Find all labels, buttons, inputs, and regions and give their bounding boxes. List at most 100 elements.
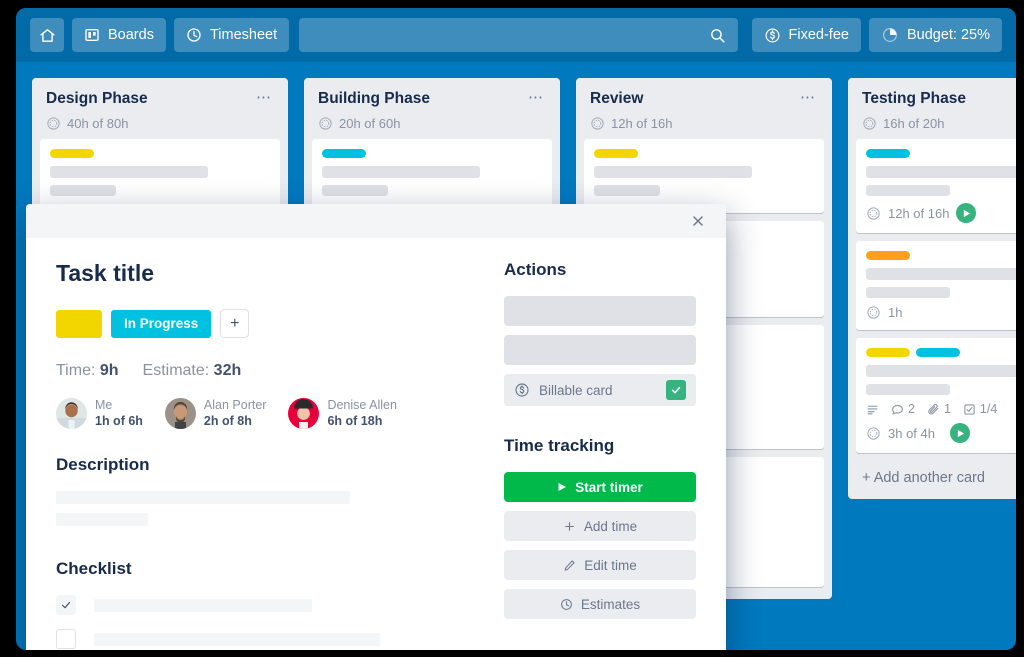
card-time-text: 3h of 4h <box>888 425 935 441</box>
task-detail-modal: Task title In Progress + Time: 9h Estima… <box>26 204 726 650</box>
avatar <box>56 398 87 430</box>
add-time-button[interactable]: Add time <box>504 511 696 541</box>
assignee-time: 6h of 18h <box>327 413 383 428</box>
card-title-placeholder <box>594 166 753 178</box>
progress-circle-icon <box>881 26 899 44</box>
billable-card-label: Billable card <box>539 382 613 398</box>
timesheet-label: Timesheet <box>209 27 278 43</box>
board-card[interactable]: 1h <box>856 241 1016 330</box>
card-labels <box>866 149 1016 158</box>
assignee-me[interactable]: Me 1h of 6h <box>56 398 143 430</box>
card-label[interactable] <box>916 348 960 357</box>
column-header: Design Phase ⋯ 40h of 80h <box>32 78 288 139</box>
column-header: Building Phase ⋯ 20h of 60h <box>304 78 560 139</box>
plus-icon <box>563 520 576 533</box>
top-navigation-bar: Boards Timesheet Fixed-fee Budget: 25% <box>16 8 1016 62</box>
start-timer-button[interactable]: Start timer <box>504 472 696 502</box>
fixed-fee-label: Fixed-fee <box>788 27 849 43</box>
card-time-row: 3h of 4h <box>866 423 1016 443</box>
card-label[interactable] <box>322 149 366 158</box>
card-label[interactable] <box>866 149 910 158</box>
checkbox-checked[interactable] <box>56 595 76 616</box>
column-title: Building Phase <box>318 90 430 107</box>
billable-card-toggle[interactable]: Billable card <box>504 374 696 406</box>
column-menu-icon[interactable]: ⋯ <box>520 90 546 110</box>
label-color-chip[interactable] <box>56 309 102 338</box>
checklist-item[interactable] <box>56 595 476 616</box>
home-button[interactable] <box>30 18 64 52</box>
column-header: Review ⋯ 12h of 16h <box>576 78 832 139</box>
edit-time-button[interactable]: Edit time <box>504 550 696 580</box>
start-timer-icon[interactable] <box>956 203 977 223</box>
modal-main-column: Task title In Progress + Time: 9h Estima… <box>56 260 496 650</box>
description-badge <box>866 403 879 416</box>
avatar <box>288 398 320 430</box>
assignee-time: 2h of 8h <box>203 413 252 428</box>
card-label[interactable] <box>866 348 910 357</box>
card-subtitle-placeholder <box>594 185 660 196</box>
page-title: Task title <box>56 260 154 286</box>
board-card[interactable] <box>40 139 280 213</box>
status-badge[interactable]: In Progress <box>111 309 212 338</box>
checkbox-unchecked[interactable] <box>56 629 76 650</box>
card-title-placeholder <box>866 166 1016 178</box>
card-labels <box>594 149 814 158</box>
column-menu-icon[interactable]: ⋯ <box>248 90 274 110</box>
home-icon <box>39 27 56 44</box>
checklist-item[interactable] <box>56 629 476 650</box>
estimates-button[interactable]: Estimates <box>504 589 696 619</box>
budget-button[interactable]: Budget: 25% <box>868 18 1002 52</box>
card-label[interactable] <box>594 149 638 158</box>
column-time-summary: 40h of 80h <box>46 116 274 131</box>
boards-button[interactable]: Boards <box>72 18 166 52</box>
comments-badge: 2 <box>891 402 915 416</box>
estimate: Estimate: 32h <box>143 362 242 380</box>
dollar-circle-icon <box>514 382 530 398</box>
app-window: Boards Timesheet Fixed-fee Budget: 25% D… <box>16 8 1016 650</box>
description-content[interactable] <box>56 491 476 527</box>
search-input[interactable] <box>299 18 738 52</box>
comments-count: 2 <box>908 402 915 416</box>
pencil-icon <box>563 559 576 572</box>
action-placeholder[interactable] <box>504 296 696 326</box>
card-labels <box>866 348 1016 357</box>
paperclip-icon <box>927 403 940 416</box>
card-badges: 2 1 1/4 <box>866 402 1016 416</box>
search-icon <box>709 27 726 44</box>
card-subtitle-placeholder <box>866 287 950 298</box>
close-icon[interactable] <box>690 213 706 229</box>
start-timer-label: Start timer <box>575 479 643 495</box>
board-card[interactable]: 2 1 1/4 3h of 4h <box>856 338 1016 453</box>
assignee-alan-porter[interactable]: Alan Porter 2h of 8h <box>164 398 267 430</box>
checklist-item-text <box>94 598 313 612</box>
card-label[interactable] <box>50 149 94 158</box>
card-subtitle-placeholder <box>866 384 950 395</box>
checkbox-checked[interactable] <box>666 380 686 400</box>
start-timer-icon[interactable] <box>950 423 970 443</box>
column-time-summary: 12h of 16h <box>590 116 818 131</box>
board-card[interactable]: 12h of 16h <box>856 139 1016 233</box>
topbar-right-group: Fixed-fee Budget: 25% <box>751 18 1002 52</box>
action-placeholder[interactable] <box>504 335 696 365</box>
time-progress-icon <box>590 116 605 131</box>
time-progress-icon <box>862 116 877 131</box>
avatar <box>164 398 196 430</box>
card-label[interactable] <box>866 251 910 260</box>
assignee-denise-allen[interactable]: Denise Allen 6h of 18h <box>288 398 397 430</box>
card-time-text: 1h <box>888 305 903 320</box>
column-header: Testing Phase ⋯ 16h of 20h <box>848 78 1016 139</box>
attachments-count: 1 <box>943 402 951 416</box>
column-menu-icon[interactable]: ⋯ <box>792 90 818 110</box>
add-another-card-button[interactable]: + Add another card <box>848 461 1016 495</box>
add-label-button[interactable]: + <box>220 309 250 338</box>
column-time-text: 20h of 60h <box>339 116 401 131</box>
budget-label: Budget: 25% <box>906 27 990 43</box>
timesheet-button[interactable]: Timesheet <box>173 18 290 52</box>
assignee-info: Alan Porter 2h of 8h <box>204 398 267 429</box>
board-card[interactable] <box>584 139 824 213</box>
column-time-text: 40h of 80h <box>67 116 129 131</box>
column-time-text: 16h of 20h <box>883 116 945 131</box>
board-card[interactable] <box>312 139 552 213</box>
time-tracking-section-title: Time tracking <box>504 436 615 455</box>
fixed-fee-button[interactable]: Fixed-fee <box>751 18 861 52</box>
